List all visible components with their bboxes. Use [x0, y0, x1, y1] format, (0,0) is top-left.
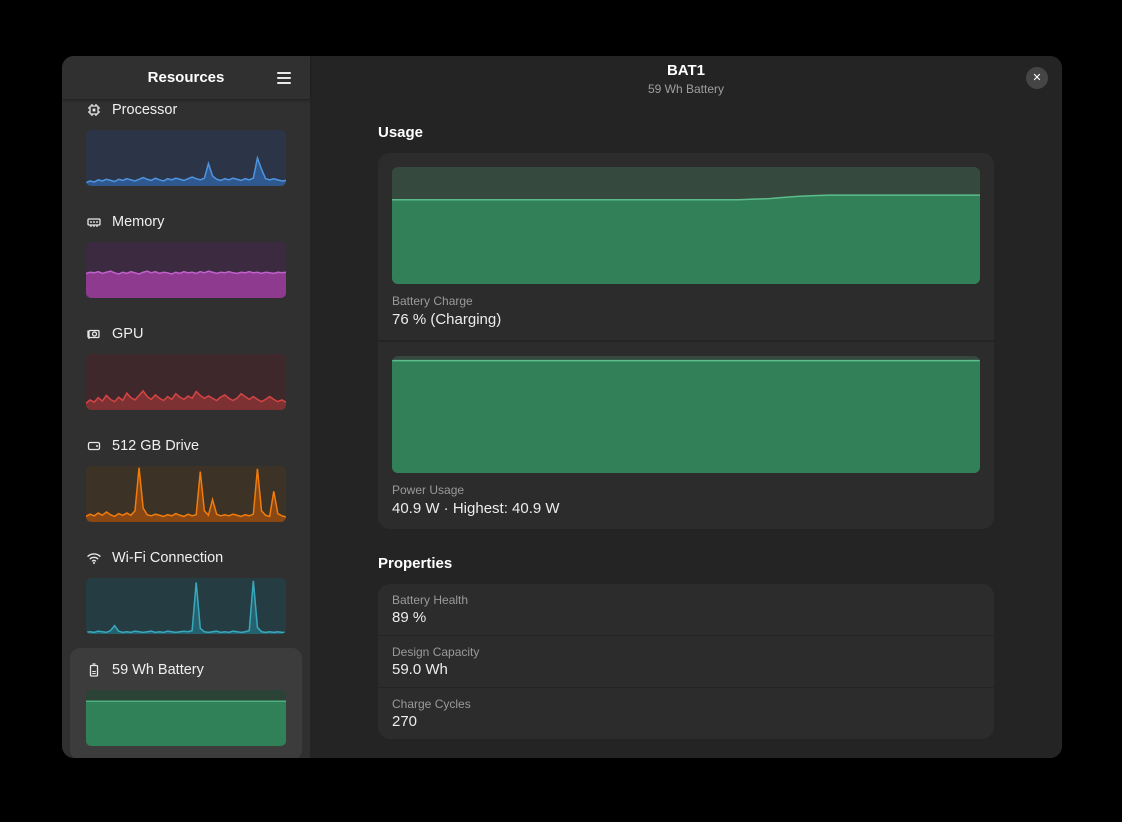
charge-cycles-value: 270 [392, 713, 980, 730]
power-usage-graph [392, 356, 980, 473]
memory-usage-graph [86, 242, 286, 298]
battery-health-label: Battery Health [392, 593, 980, 607]
charge-cycles-row: Charge Cycles 270 [378, 687, 994, 739]
sidebar-list: Processor Memory [62, 100, 310, 758]
charge-cycles-label: Charge Cycles [392, 697, 980, 711]
close-icon: ✕ [1032, 72, 1041, 84]
design-capacity-value: 59.0 Wh [392, 661, 980, 678]
sidebar-item-gpu[interactable]: GPU [70, 312, 302, 424]
properties-heading: Properties [378, 555, 994, 572]
sidebar-item-processor[interactable]: Processor [70, 100, 302, 200]
detail-pane: BAT1 59 Wh Battery ✕ Usage Battery Charg… [310, 56, 1062, 758]
battery-health-row: Battery Health 89 % [378, 584, 994, 635]
battery-charge-label: Battery Charge [392, 294, 980, 308]
detail-content: Usage Battery Charge 76 % (Charging) Pow… [310, 108, 1062, 758]
sidebar-header: Resources [62, 56, 310, 100]
battery-charge-value: 76 % (Charging) [392, 311, 980, 328]
wifi-icon [86, 550, 102, 566]
properties-card: Battery Health 89 % Design Capacity 59.0… [378, 584, 994, 739]
battery-icon [86, 662, 102, 678]
power-usage-row: Power Usage 40.9 W · Highest: 40.9 W [378, 340, 994, 529]
battery-charge-row: Battery Charge 76 % (Charging) [378, 153, 994, 340]
usage-heading: Usage [378, 124, 994, 141]
app-title: Resources [148, 69, 225, 86]
menu-button[interactable] [270, 64, 298, 92]
battery-health-value: 89 % [392, 609, 980, 626]
sidebar-item-label: 512 GB Drive [112, 438, 199, 454]
design-capacity-row: Design Capacity 59.0 Wh [378, 635, 994, 687]
sidebar-item-drive[interactable]: 512 GB Drive [70, 424, 302, 536]
page-subtitle: 59 Wh Battery [310, 82, 1062, 96]
detail-header: BAT1 59 Wh Battery ✕ [310, 56, 1062, 108]
power-usage-value: 40.9 W · Highest: 40.9 W [392, 500, 980, 517]
close-button[interactable]: ✕ [1026, 67, 1048, 89]
page-title: BAT1 [310, 62, 1062, 80]
sidebar-item-wifi[interactable]: Wi-Fi Connection [70, 536, 302, 648]
sidebar-item-label: GPU [112, 326, 143, 342]
gpu-usage-graph [86, 354, 286, 410]
drive-icon [86, 438, 102, 454]
memory-icon [86, 214, 102, 230]
sidebar-item-memory[interactable]: Memory [70, 200, 302, 312]
sidebar-item-battery[interactable]: 59 Wh Battery [70, 648, 302, 758]
sidebar-item-label: Processor [112, 102, 177, 118]
resources-app-window: Resources Processor [62, 56, 1062, 758]
gpu-icon [86, 326, 102, 342]
battery-usage-graph [86, 690, 286, 746]
processor-icon [86, 102, 102, 118]
hamburger-icon [277, 72, 291, 74]
processor-usage-graph [86, 130, 286, 186]
sidebar-item-label: Wi-Fi Connection [112, 550, 223, 566]
sidebar: Resources Processor [62, 56, 310, 758]
battery-charge-graph [392, 167, 980, 284]
design-capacity-label: Design Capacity [392, 645, 980, 659]
usage-card: Battery Charge 76 % (Charging) Power Usa… [378, 153, 994, 529]
drive-usage-graph [86, 466, 286, 522]
sidebar-item-label: 59 Wh Battery [112, 662, 204, 678]
sidebar-item-label: Memory [112, 214, 164, 230]
wifi-usage-graph [86, 578, 286, 634]
power-usage-label: Power Usage [392, 483, 980, 497]
